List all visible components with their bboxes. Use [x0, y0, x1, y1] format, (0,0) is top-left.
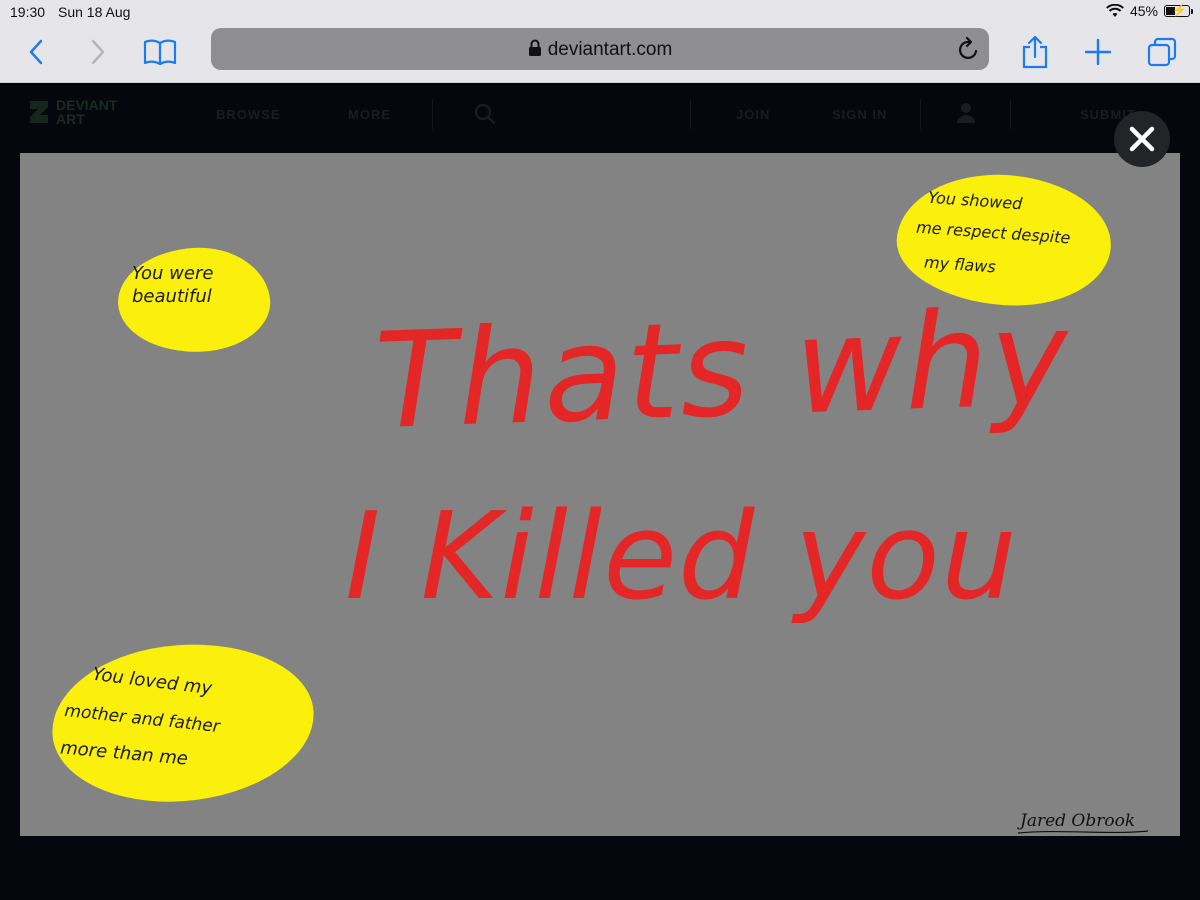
- bubble-text-top-left: You were beautiful: [132, 263, 214, 307]
- share-button[interactable]: [1015, 34, 1055, 70]
- new-tab-button[interactable]: [1078, 34, 1118, 70]
- new-tab-icon: [1084, 38, 1112, 66]
- url-text: deviantart.com: [547, 39, 673, 60]
- search-icon[interactable]: [474, 103, 496, 125]
- address-bar[interactable]: deviantart.com: [211, 28, 989, 70]
- nav-divider: [432, 99, 433, 129]
- reload-button[interactable]: [957, 36, 981, 67]
- charging-bolt-icon: ⚡: [1172, 3, 1187, 17]
- close-icon: [1129, 126, 1155, 152]
- user-icon[interactable]: [956, 101, 976, 125]
- close-button[interactable]: [1114, 111, 1170, 167]
- site-header: DEVIANT ART BROWSE MORE JOIN SIGN IN SUB…: [0, 83, 1200, 147]
- address-display: deviantart.com: [211, 39, 989, 61]
- nav-divider: [920, 99, 921, 129]
- main-text-line-2: I Killed you: [345, 488, 1018, 627]
- browser-toolbar: deviantart.com: [0, 24, 1200, 83]
- back-icon: [29, 39, 43, 65]
- wifi-icon: [1106, 4, 1124, 17]
- artist-signature: Jared Obrook: [1020, 811, 1136, 831]
- nav-browse[interactable]: BROWSE: [216, 107, 281, 122]
- status-right: 45% ⚡: [1106, 3, 1193, 19]
- nav-divider: [1010, 99, 1011, 129]
- nav-more[interactable]: MORE: [348, 107, 391, 122]
- back-button[interactable]: [16, 34, 56, 70]
- lock-icon: [528, 39, 541, 56]
- tabs-icon: [1147, 37, 1177, 67]
- status-date: Sun 18 Aug: [58, 4, 131, 20]
- bookmarks-button[interactable]: [140, 34, 180, 70]
- status-time: 19:30: [10, 4, 46, 20]
- forward-icon: [91, 39, 105, 65]
- share-icon: [1022, 35, 1048, 69]
- reload-icon: [958, 36, 978, 60]
- main-text-line-1: Thats why: [372, 280, 1073, 460]
- bookmarks-icon: [143, 39, 177, 66]
- nav-divider: [690, 99, 691, 129]
- battery-percent: 45%: [1129, 3, 1158, 19]
- forward-button[interactable]: [78, 34, 118, 70]
- battery-icon: ⚡: [1164, 3, 1193, 17]
- tabs-button[interactable]: [1142, 34, 1182, 70]
- logo-line-2: ART: [56, 111, 85, 127]
- artwork-image: You were beautiful You showed me respect…: [20, 153, 1180, 836]
- deviantart-logo[interactable]: DEVIANT ART: [28, 97, 117, 127]
- deviantart-logo-icon: [30, 101, 48, 123]
- logo-line-1: DEVIANT: [56, 97, 118, 113]
- nav-join[interactable]: JOIN: [736, 107, 770, 122]
- nav-sign-in[interactable]: SIGN IN: [832, 107, 887, 122]
- status-bar: 19:30 Sun 18 Aug 45% ⚡: [0, 0, 1200, 24]
